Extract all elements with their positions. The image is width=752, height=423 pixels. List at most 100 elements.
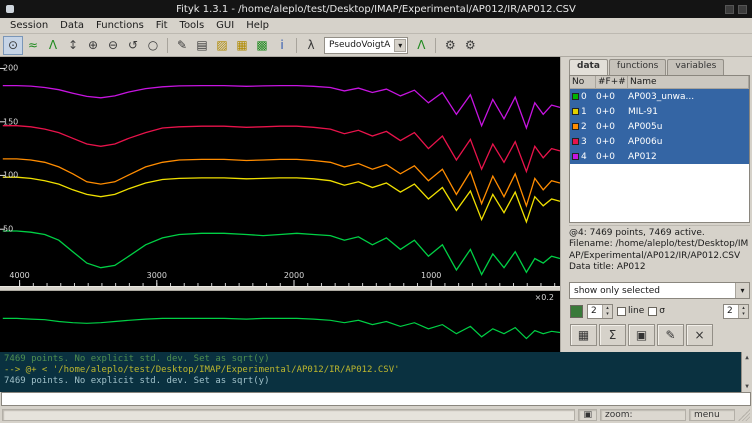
save-session-button[interactable]: ▦	[232, 36, 252, 55]
sum-button[interactable]: Σ	[599, 324, 626, 346]
spin-down-icon[interactable]: ▾	[603, 311, 612, 317]
window-title: Fityk 1.3.1 - /home/aleplo/test/Desktop/…	[0, 4, 752, 15]
menu-item-gui[interactable]: GUI	[210, 19, 240, 32]
table-row[interactable]: 00+0AP003_unwa...	[570, 89, 749, 104]
show-filter-value: show only selected	[570, 286, 735, 296]
titlebar: Fityk 1.3.1 - /home/aleplo/test/Desktop/…	[0, 0, 752, 18]
add-function-button[interactable]: Λ	[411, 36, 431, 55]
peak-draw-tool[interactable]: Λ	[43, 36, 63, 55]
command-input[interactable]	[1, 392, 751, 406]
scroll-up-icon[interactable]: ▲	[745, 352, 749, 363]
close-icon[interactable]	[738, 5, 747, 14]
window-controls	[725, 5, 747, 14]
spectrum-line	[3, 159, 560, 206]
row-fz-cell: 0+0	[596, 152, 628, 162]
delete-data-button[interactable]: ×	[686, 324, 713, 346]
menu-item-fit[interactable]: Fit	[150, 19, 174, 32]
session-script-button[interactable]: ✎	[172, 36, 192, 55]
table-row[interactable]: 30+0AP006u	[570, 134, 749, 149]
guess-peak-button[interactable]: λ	[301, 36, 321, 55]
show-filter-dropdown[interactable]: show only selected ▾	[569, 282, 750, 299]
point-controls: 2 ▴▾ line σ 2 ▴▾	[570, 302, 749, 320]
menu-item-tools[interactable]: Tools	[174, 19, 211, 32]
tab-variables[interactable]: variables	[667, 59, 724, 75]
draw-button[interactable]: ✎	[657, 324, 684, 346]
spectrum-line	[3, 126, 560, 172]
vertical-splitter[interactable]	[560, 57, 567, 352]
function-type-dropdown[interactable]: PseudoVoigtA ▾	[324, 37, 408, 54]
row-number-cell: 1	[570, 107, 596, 117]
spinner-arrows: ▴▾	[738, 305, 748, 318]
zoom-prev-tool[interactable]: ↺	[123, 36, 143, 55]
mouse-mode-icon: ▣	[578, 409, 597, 421]
dataset-color-swatch	[572, 123, 579, 130]
column-header: #F+#	[596, 76, 628, 88]
dataset-name: MIL-91	[628, 107, 749, 117]
data-table-body: 00+0AP003_unwa...10+0MIL-9120+0AP005u30+…	[570, 89, 749, 164]
fit-settings-button[interactable]: ⚙	[460, 36, 480, 55]
row-fz-cell: 0+0	[596, 122, 628, 132]
dataset-color-swatch	[572, 138, 579, 145]
table-row[interactable]: 40+0AP012	[570, 149, 749, 164]
vertical-drag-tool[interactable]: ↕	[63, 36, 83, 55]
data-table-header: No#F+#Name	[570, 76, 749, 89]
dataset-filename: Filename: /home/aleplo/test/Desktop/IMAP…	[569, 239, 750, 262]
dataset-color-swatch	[572, 108, 579, 115]
zoom-in-tool[interactable]: ⊕	[83, 36, 103, 55]
menu-item-data[interactable]: Data	[54, 19, 90, 32]
data-table-button[interactable]: ▦	[570, 324, 597, 346]
spin-down-icon[interactable]: ▾	[739, 311, 748, 317]
zoom-select-tool[interactable]: ⊙	[3, 36, 23, 55]
data-editor-button[interactable]: ▤	[192, 36, 212, 55]
chevron-down-icon: ▾	[394, 39, 406, 52]
right-spinner[interactable]: 2 ▴▾	[723, 304, 749, 319]
dataset-name: AP003_unwa...	[628, 92, 749, 102]
menu-item-help[interactable]: Help	[240, 19, 275, 32]
dataset-info: @4: 7469 points, 7469 active. Filename: …	[569, 225, 750, 279]
data-table: No#F+#Name 00+0AP003_unwa...10+0MIL-9120…	[569, 75, 750, 223]
copy-data-button[interactable]: ▣	[628, 324, 655, 346]
function-type-value: PseudoVoigtA	[329, 40, 390, 50]
dataset-name: AP006u	[628, 137, 749, 147]
main-plot-canvas[interactable]: 400030002000100020015010050	[0, 57, 560, 286]
x-axis-tick-label: 1000	[421, 271, 441, 280]
resize-grip[interactable]	[738, 409, 750, 421]
spinner-arrows: ▴▾	[602, 305, 612, 318]
line-checkbox[interactable]: line	[617, 306, 644, 316]
dataset-color-swatch	[572, 153, 579, 160]
chevron-down-icon: ▾	[735, 283, 749, 298]
line-checkbox-label: line	[628, 306, 644, 316]
table-row[interactable]: 20+0AP005u	[570, 119, 749, 134]
menubar: SessionDataFunctionsFitToolsGUIHelp	[0, 18, 752, 34]
row-number: 1	[581, 107, 587, 117]
zoom-all-tool[interactable]: ○	[143, 36, 163, 55]
y-axis-tick-label: 50	[3, 225, 13, 234]
menu-item-session[interactable]: Session	[4, 19, 54, 32]
plot-export-button[interactable]: ▩	[252, 36, 272, 55]
point-size-spinner[interactable]: 2 ▴▾	[587, 304, 613, 319]
scroll-down-icon[interactable]: ▼	[745, 381, 749, 392]
row-number: 3	[581, 137, 587, 147]
row-number-cell: 0	[570, 92, 596, 102]
info-button[interactable]: i	[272, 36, 292, 55]
aux-diff-line	[3, 318, 560, 338]
tab-functions[interactable]: functions	[609, 59, 666, 75]
zoom-out-tool[interactable]: ⊖	[103, 36, 123, 55]
y-axis-tick-label: 100	[3, 171, 18, 180]
aux-plot-canvas[interactable]: ×0.2	[0, 291, 560, 352]
dataset-title: Data title: AP012	[569, 262, 750, 273]
menu-item-functions[interactable]: Functions	[90, 19, 150, 32]
range-tool[interactable]: ≈	[23, 36, 43, 55]
console-scrollbar[interactable]: ▲▼	[741, 352, 752, 392]
minimize-icon[interactable]	[725, 5, 734, 14]
row-number: 0	[581, 92, 587, 102]
main-content: 400030002000100020015010050 ×0.2 datafun…	[0, 57, 752, 352]
x-axis-tick-label: 2000	[284, 271, 304, 280]
tab-data[interactable]: data	[569, 59, 608, 75]
table-row[interactable]: 10+0MIL-91	[570, 104, 749, 119]
statusbar-menu-button[interactable]: menu	[689, 409, 735, 421]
sigma-checkbox[interactable]: σ	[648, 306, 665, 316]
point-color-button[interactable]	[570, 305, 583, 318]
open-file-button[interactable]: ▨	[212, 36, 232, 55]
fit-run-button[interactable]: ⚙	[440, 36, 460, 55]
